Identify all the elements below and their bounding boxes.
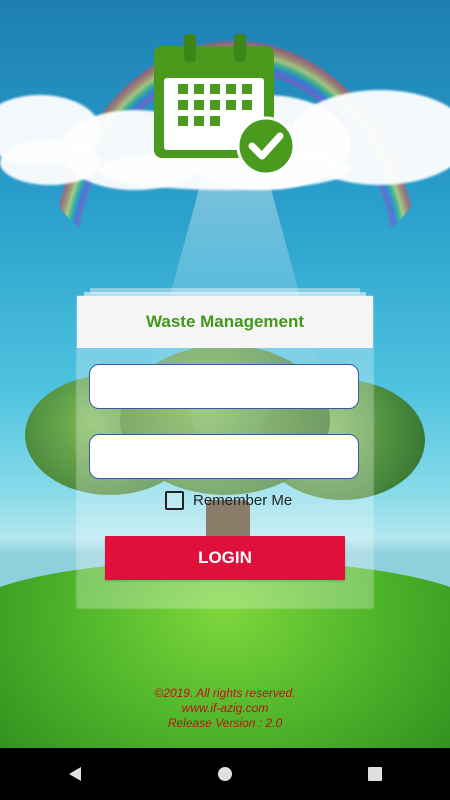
password-input[interactable] — [89, 434, 359, 479]
home-button[interactable] — [195, 754, 255, 794]
login-button[interactable]: LOGIN — [105, 536, 345, 580]
username-input[interactable] — [89, 364, 359, 409]
recents-icon — [368, 767, 382, 781]
calendar-check-icon — [154, 34, 296, 176]
remember-me-label: Remember Me — [193, 492, 293, 509]
copyright-text: ©2019. All rights reserved. — [154, 686, 296, 700]
footer: ©2019. All rights reserved. www.if-azig.… — [0, 686, 450, 731]
recents-button[interactable] — [345, 754, 405, 794]
website-link[interactable]: www.if-azig.com — [0, 701, 450, 716]
back-icon — [69, 767, 81, 781]
remember-me-checkbox[interactable] — [165, 491, 184, 510]
cloud-decoration — [0, 140, 100, 185]
back-button[interactable] — [45, 754, 105, 794]
system-navigation-bar — [0, 748, 450, 800]
app-title: Waste Management — [77, 296, 373, 348]
home-icon — [218, 767, 232, 781]
release-version-text: Release Version : 2.0 — [167, 716, 283, 730]
remember-me-row[interactable]: Remember Me — [165, 491, 292, 510]
login-card: Waste Management Remember Me LOGIN — [77, 296, 373, 608]
